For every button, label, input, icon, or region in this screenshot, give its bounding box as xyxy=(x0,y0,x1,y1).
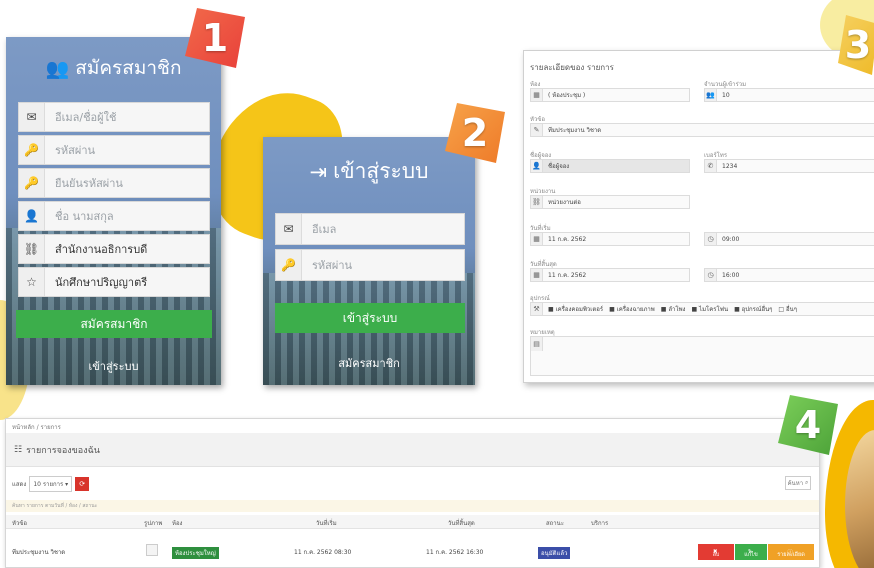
column-header[interactable]: รูปภาพ xyxy=(144,518,162,528)
room-field[interactable]: ▦( ห้องประชุม ) xyxy=(530,88,690,102)
star-icon: ☆ xyxy=(19,268,45,296)
table-row[interactable]: ทีมประชุมงาน วิชาด ห้องประชุมใหญ่ 11 ก.ค… xyxy=(6,540,819,562)
refresh-icon[interactable]: ⟳ xyxy=(75,477,90,491)
column-header[interactable]: หัวข้อ xyxy=(12,518,27,528)
users-icon: 👥 xyxy=(705,89,717,101)
room-icon: ▦ xyxy=(531,89,543,101)
table-toolbar: แสดง 10 รายการ ▾ ⟳ xyxy=(12,476,90,492)
column-header[interactable]: ห้อง xyxy=(172,518,183,528)
end-date-field[interactable]: ▦ 11 ก.ค. 2562 xyxy=(530,268,690,282)
column-header[interactable]: วันที่สิ้นสุด xyxy=(448,518,475,528)
per-page-select[interactable]: 10 รายการ ▾ xyxy=(29,476,73,492)
equipment-option[interactable]: ■ ไมโครโฟน xyxy=(691,304,728,314)
register-button[interactable]: สมัครสมาชิก xyxy=(16,310,212,338)
key-icon: 🔑 xyxy=(276,250,302,280)
key-icon: 🔑 xyxy=(19,136,45,164)
department-select[interactable]: ⛓ สำนักงานอธิการบดี xyxy=(18,234,210,264)
image-placeholder-icon xyxy=(146,544,158,556)
login-button[interactable]: เข้าสู่ระบบ xyxy=(275,303,465,333)
register-title: 👥 สมัครสมาชิก xyxy=(45,57,182,80)
department-field[interactable]: ⛓ หน่วยงานต่อ xyxy=(530,195,690,209)
tools-icon: ⚒ xyxy=(531,303,543,315)
row-start: 11 ก.ค. 2562 08:30 xyxy=(294,549,352,556)
confirm-password-field[interactable]: 🔑 ยืนยันรหัสผ่าน xyxy=(18,168,210,198)
per-page-label: แสดง xyxy=(12,481,27,488)
page-heading: ☷ รายการจองของฉัน xyxy=(6,433,819,467)
edit-button[interactable]: ✎ แก้ไข xyxy=(735,544,767,560)
phone-field[interactable]: ✆ 1234 xyxy=(704,159,874,173)
envelope-icon: ✉ xyxy=(19,103,45,131)
start-time-field[interactable]: ◷ 09:00 xyxy=(704,232,874,246)
equipment-option[interactable]: ■ อุปกรณ์อื่นๆ xyxy=(734,304,772,314)
fullname-field[interactable]: 👤 ชื่อ นามสกุล xyxy=(18,201,210,231)
phone-icon: ✆ xyxy=(705,160,717,172)
login-panel: ⇥ เข้าสู่ระบบ ✉ อีเมล 🔑 รหัสผ่าน เข้าสู่… xyxy=(263,137,475,385)
search-icon: ⌕ xyxy=(805,479,809,486)
register-link[interactable]: สมัครสมาชิก xyxy=(263,354,475,372)
register-panel: 👥 สมัครสมาชิก ✉ อีเมล/ชื่อผู้ใช้ 🔑 รหัสผ… xyxy=(6,37,221,385)
user-type-select[interactable]: ☆ นักศึกษาปริญญาตรี xyxy=(18,267,210,297)
calendar-icon: ▦ xyxy=(531,233,543,245)
email-field[interactable]: ✉ อีเมล/ชื่อผู้ใช้ xyxy=(18,102,210,132)
end-time-field[interactable]: ◷ 16:00 xyxy=(704,268,874,282)
breadcrumb: หน้าหลัก / รายการ xyxy=(12,424,61,431)
list-icon: ☷ xyxy=(14,444,23,455)
user-icon: 👤 xyxy=(531,160,543,172)
column-header[interactable]: บริการ xyxy=(591,518,608,528)
note-icon: ▤ xyxy=(531,337,543,351)
room-tag: ห้องประชุมใหญ่ xyxy=(172,547,219,559)
login-title: ⇥ เข้าสู่ระบบ xyxy=(309,159,429,184)
column-header[interactable]: วันที่เริ่ม xyxy=(316,518,337,528)
equipment-field[interactable]: ⚒ ■ เครื่องคอมพิวเตอร์ ■ เครื่องฉายภาพ ■… xyxy=(530,302,874,316)
password-field[interactable]: 🔑 รหัสผ่าน xyxy=(18,135,210,165)
sitemap-icon: ⛓ xyxy=(19,235,45,263)
clock-icon: ◷ xyxy=(705,233,717,245)
booking-table-panel: หน้าหลัก / รายการ ☷ รายการจองของฉัน แสดง… xyxy=(5,418,820,568)
status-badge: อนุมัติแล้ว xyxy=(538,547,571,559)
equipment-option[interactable]: □ อื่นๆ xyxy=(778,304,797,314)
table-header: หัวข้อ รูปภาพ ห้อง วันที่เริ่ม วันที่สิ้… xyxy=(6,515,819,529)
calendar-icon: ▦ xyxy=(531,269,543,281)
attendees-field[interactable]: 👥 10 xyxy=(704,88,874,102)
note-textarea[interactable]: ▤ xyxy=(530,336,874,376)
login-password-input[interactable]: 🔑 รหัสผ่าน xyxy=(275,249,465,281)
key-icon: 🔑 xyxy=(19,169,45,197)
pencil-icon: ✎ xyxy=(531,124,543,136)
equipment-option[interactable]: ■ เครื่องคอมพิวเตอร์ xyxy=(548,304,603,314)
envelope-icon: ✉ xyxy=(276,214,302,244)
topic-field[interactable]: ✎ ทีมประชุมงาน วิชาด xyxy=(530,123,874,137)
user-plus-icon: 👥 xyxy=(45,57,70,80)
booking-form-panel: รายละเอียดของ รายการ ห้อง ▦( ห้องประชุม … xyxy=(523,50,874,383)
table-hint: ค้นหา รายการ ตามวันที่ / ห้อง / สถานะ xyxy=(6,500,819,512)
sign-in-icon: ⇥ xyxy=(309,159,328,184)
delete-button[interactable]: ✖ ลบ xyxy=(698,544,734,560)
row-title: ทีมประชุมงาน วิชาด xyxy=(12,549,66,556)
search-input[interactable]: ค้นหา ⌕ xyxy=(785,476,811,490)
start-date-field[interactable]: ▦ 11 ก.ค. 2562 xyxy=(530,232,690,246)
booker-field: 👤 ชื่อผู้จอง xyxy=(530,159,690,173)
sitemap-icon: ⛓ xyxy=(531,196,543,208)
row-end: 11 ก.ค. 2562 16:30 xyxy=(426,549,484,556)
form-title: รายละเอียดของ รายการ xyxy=(530,63,614,72)
clock-icon: ◷ xyxy=(705,269,717,281)
view-button[interactable]: ⓘ รายละเอียด xyxy=(768,544,814,560)
column-header[interactable]: สถานะ xyxy=(546,518,564,528)
login-link[interactable]: เข้าสู่ระบบ xyxy=(6,357,221,375)
login-email-input[interactable]: ✉ อีเมล xyxy=(275,213,465,245)
user-icon: 👤 xyxy=(19,202,45,230)
equipment-option[interactable]: ■ ลำโพง xyxy=(661,304,686,314)
equipment-option[interactable]: ■ เครื่องฉายภาพ xyxy=(609,304,655,314)
